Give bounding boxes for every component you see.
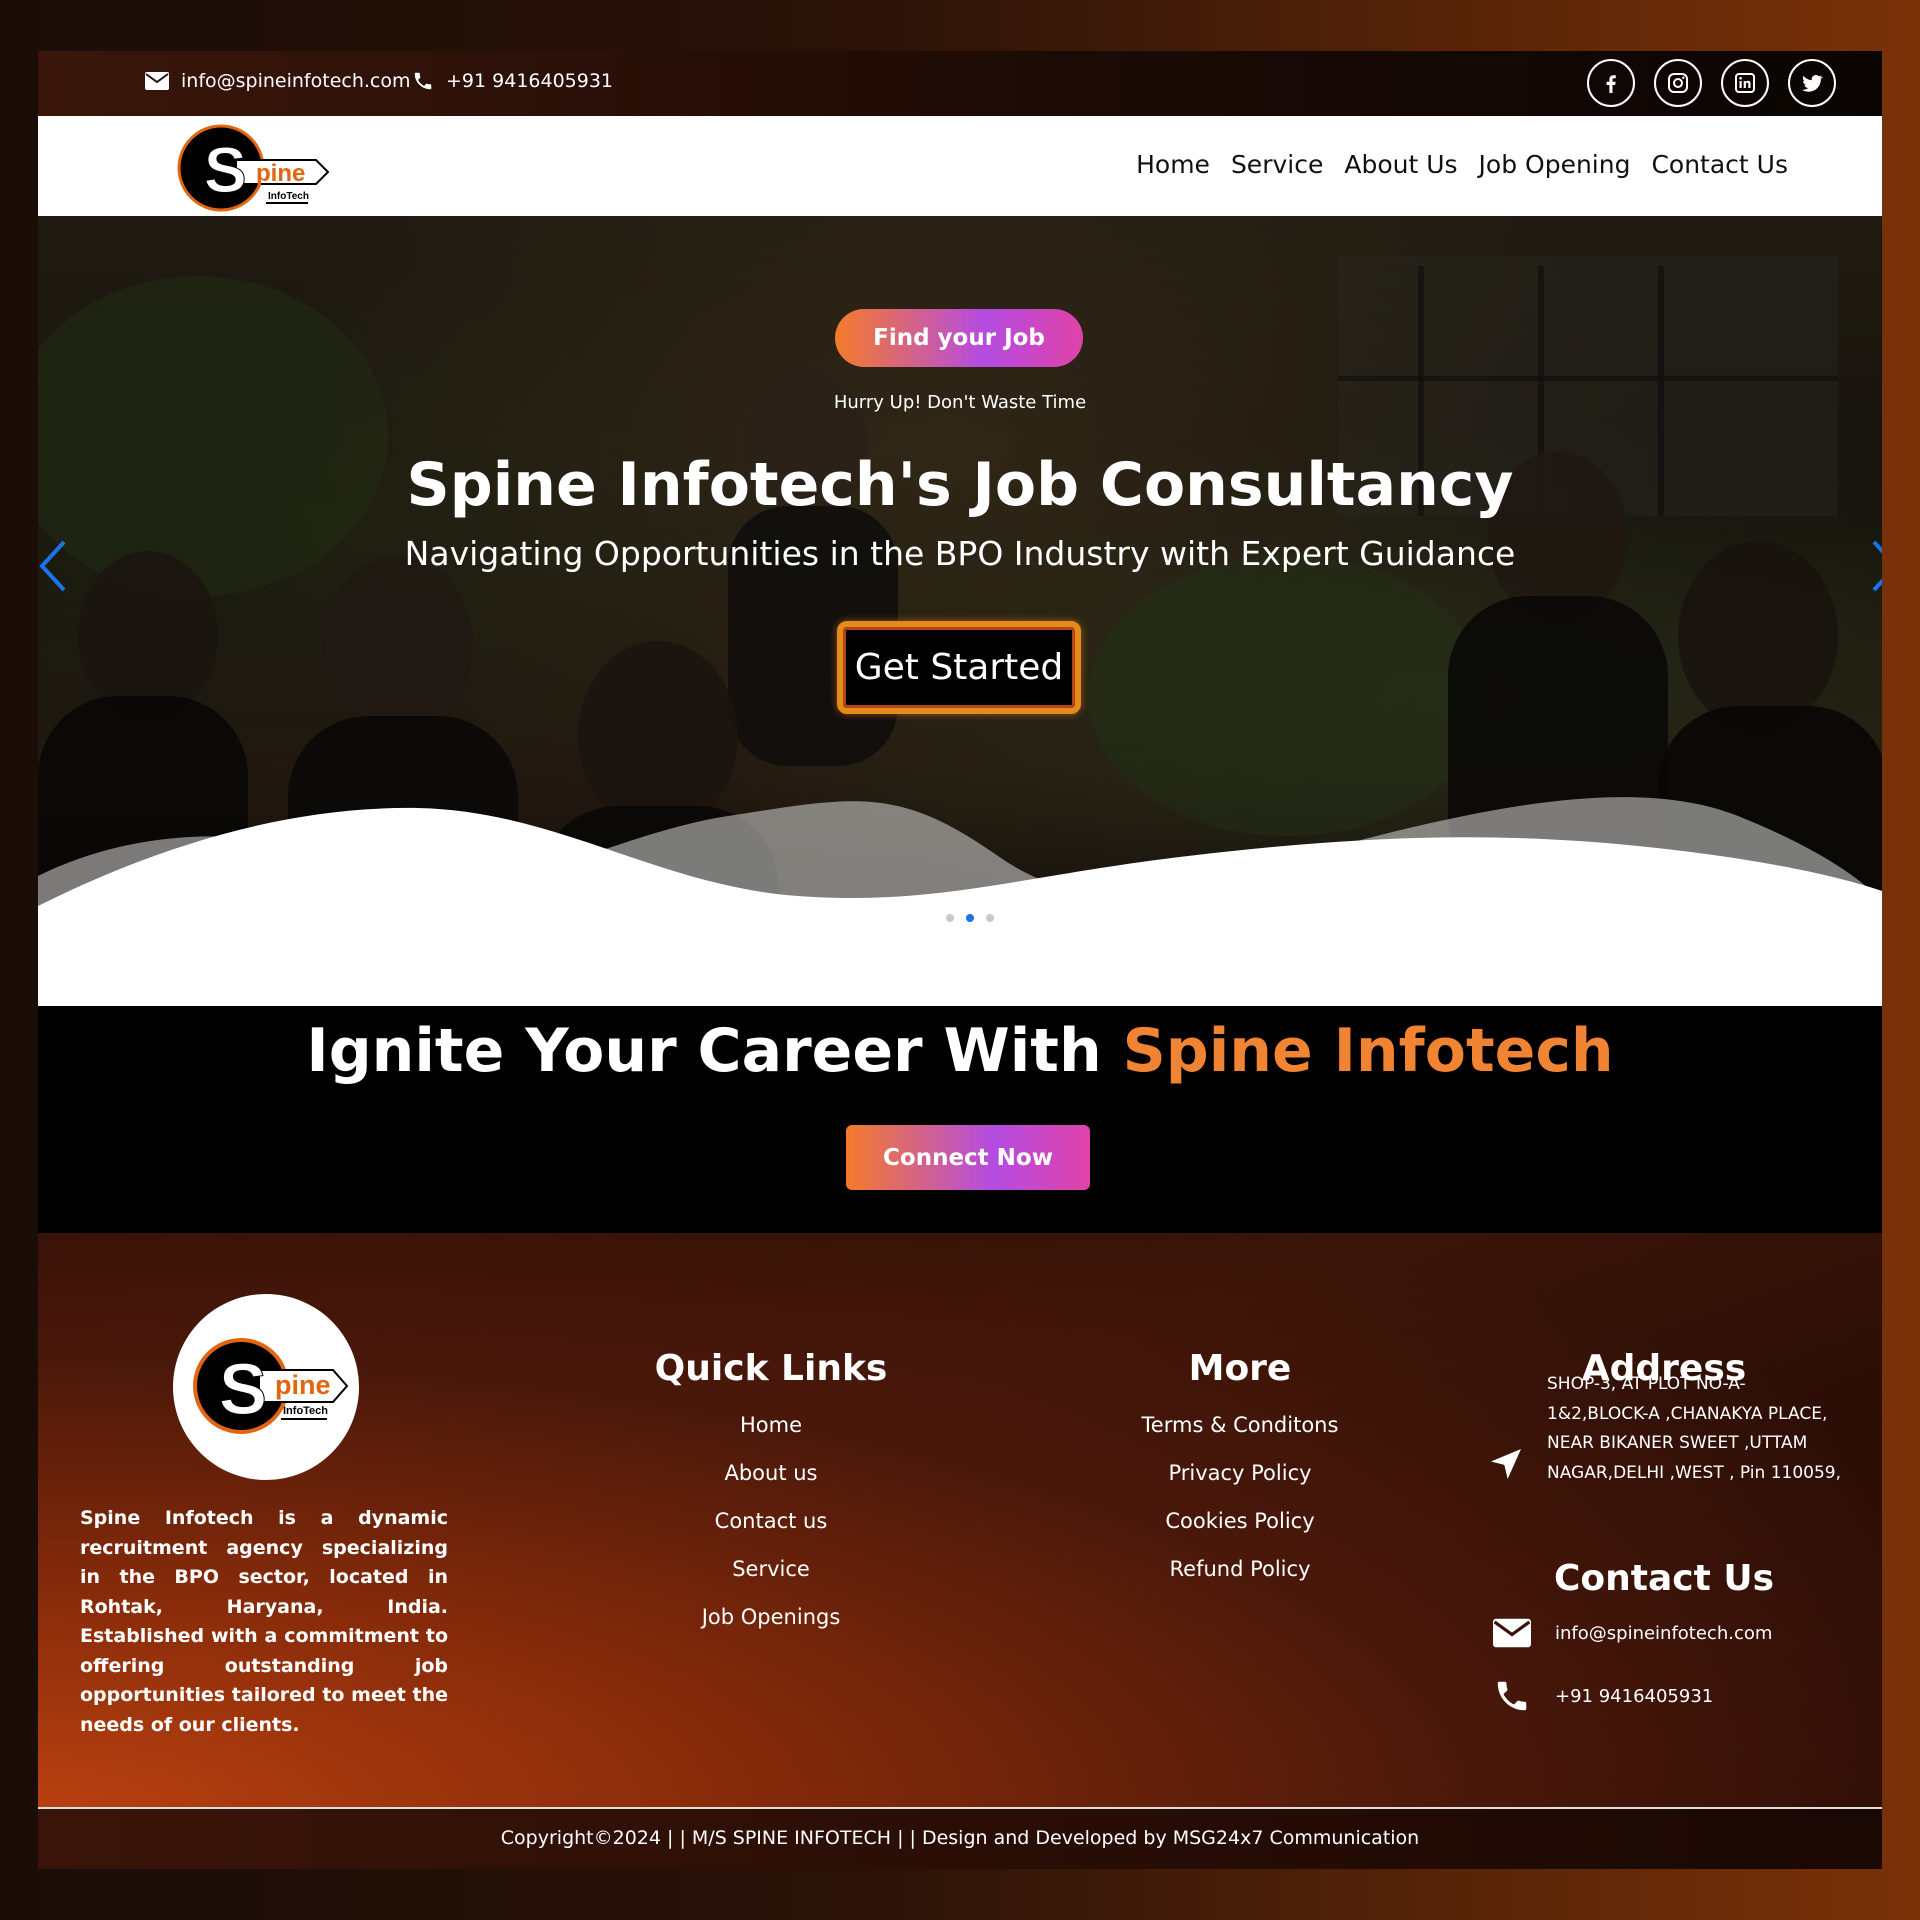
location-arrow-icon	[1486, 1444, 1526, 1488]
svg-text:S: S	[204, 134, 247, 206]
footer-link-terms[interactable]: Terms & Conditons	[1040, 1401, 1440, 1449]
social-links	[1587, 59, 1836, 107]
spine-logo-icon: S pine InfoTech	[193, 1338, 349, 1434]
hero-slider: Find your Job Hurry Up! Don't Waste Time…	[38, 216, 1882, 1006]
hero-title: Spine Infotech's Job Consultancy	[406, 450, 1514, 520]
footer-phone-text: +91 9416405931	[1555, 1685, 1714, 1707]
twitter-icon	[1802, 75, 1823, 92]
footer-link-service[interactable]: Service	[571, 1545, 971, 1593]
footer-email[interactable]: info@spineinfotech.com	[1493, 1618, 1772, 1648]
footer-link-refund[interactable]: Refund Policy	[1040, 1545, 1440, 1593]
slider-next-arrow[interactable]	[1870, 538, 1882, 598]
main-navbar: S pine InfoTech Home Service About Us Jo…	[38, 116, 1882, 216]
get-started-button[interactable]: Get Started	[837, 621, 1081, 714]
instagram-link[interactable]	[1654, 59, 1702, 107]
svg-text:pine: pine	[275, 1370, 331, 1400]
nav-home[interactable]: Home	[1136, 150, 1210, 179]
footer-link-home[interactable]: Home	[571, 1401, 971, 1449]
slider-dots	[946, 914, 994, 922]
cta-heading: Ignite Your Career With Spine Infotech	[38, 1016, 1882, 1086]
instagram-icon	[1668, 73, 1688, 93]
facebook-link[interactable]	[1587, 59, 1635, 107]
svg-text:InfoTech: InfoTech	[268, 191, 309, 202]
nav-about-us[interactable]: About Us	[1344, 150, 1457, 179]
facebook-icon	[1606, 75, 1616, 93]
envelope-icon	[145, 72, 169, 90]
nav-menu: Home Service About Us Job Opening Contac…	[1136, 150, 1788, 179]
find-job-button[interactable]: Find your Job	[835, 309, 1083, 367]
slider-prev-arrow[interactable]	[38, 538, 68, 598]
copyright-bar: Copyright©2024 | | M/S SPINE INFOTECH | …	[38, 1807, 1882, 1869]
footer-about-text: Spine Infotech is a dynamic recruitment …	[80, 1507, 448, 1736]
hero-subtitle: Navigating Opportunities in the BPO Indu…	[404, 534, 1516, 573]
nav-job-opening[interactable]: Job Opening	[1479, 150, 1631, 179]
footer-link-cookies[interactable]: Cookies Policy	[1040, 1497, 1440, 1545]
footer-phone[interactable]: +91 9416405931	[1493, 1677, 1713, 1715]
hero-wave-divider	[38, 797, 1882, 1006]
address-text: SHOP-3, AT PLOT NO-A-1&2,BLOCK-A ,CHANAK…	[1547, 1374, 1841, 1483]
site-logo[interactable]: S pine InfoTech	[176, 120, 336, 218]
twitter-link[interactable]	[1788, 59, 1836, 107]
topbar-phone[interactable]: +91 9416405931	[412, 70, 613, 92]
phone-icon	[1497, 1681, 1527, 1711]
svg-text:pine: pine	[256, 160, 305, 187]
svg-text:S: S	[219, 1350, 267, 1430]
footer-link-contact[interactable]: Contact us	[571, 1497, 971, 1545]
top-bar: info@spineinfotech.com +91 9416405931	[38, 51, 1882, 116]
slider-dot-1[interactable]	[946, 914, 954, 922]
chevron-left-icon	[39, 540, 66, 592]
quick-links-title: Quick Links	[654, 1348, 888, 1389]
slider-dot-2[interactable]	[966, 914, 974, 922]
footer-email-text: info@spineinfotech.com	[1555, 1622, 1773, 1644]
topbar-phone-text: +91 9416405931	[446, 70, 614, 92]
spine-logo-icon: S pine InfoTech	[177, 124, 330, 212]
footer-link-privacy[interactable]: Privacy Policy	[1040, 1449, 1440, 1497]
topbar-email-text: info@spineinfotech.com	[181, 70, 411, 92]
linkedin-link[interactable]	[1721, 59, 1769, 107]
hero-tagline: Hurry Up! Don't Waste Time	[833, 392, 1087, 413]
footer-link-about[interactable]: About us	[571, 1449, 971, 1497]
more-links-column: More Terms & Conditons Privacy Policy Co…	[1040, 1348, 1440, 1593]
chevron-right-icon	[1872, 540, 1882, 592]
footer-contact-title: Contact Us	[1553, 1558, 1775, 1599]
cta-heading-accent: Spine Infotech	[1122, 1016, 1614, 1086]
envelope-icon	[1493, 1618, 1531, 1648]
slider-dot-3[interactable]	[986, 914, 994, 922]
connect-now-button[interactable]: Connect Now	[846, 1125, 1090, 1190]
footer-logo[interactable]: S pine InfoTech	[173, 1294, 359, 1480]
linkedin-icon	[1735, 73, 1755, 93]
cta-heading-prefix: Ignite Your Career With	[306, 1016, 1123, 1086]
nav-service[interactable]: Service	[1231, 150, 1323, 179]
site-footer: S pine InfoTech Spine Infotech is a dyna…	[38, 1233, 1882, 1807]
footer-link-job-openings[interactable]: Job Openings	[571, 1593, 971, 1641]
nav-contact-us[interactable]: Contact Us	[1651, 150, 1788, 179]
topbar-email[interactable]: info@spineinfotech.com	[145, 70, 410, 92]
quick-links-column: Quick Links Home About us Contact us Ser…	[571, 1348, 971, 1641]
more-title: More	[1188, 1348, 1292, 1389]
page-frame: info@spineinfotech.com +91 9416405931 S …	[38, 51, 1882, 1869]
phone-icon	[414, 72, 432, 90]
svg-text:InfoTech: InfoTech	[283, 1405, 328, 1417]
